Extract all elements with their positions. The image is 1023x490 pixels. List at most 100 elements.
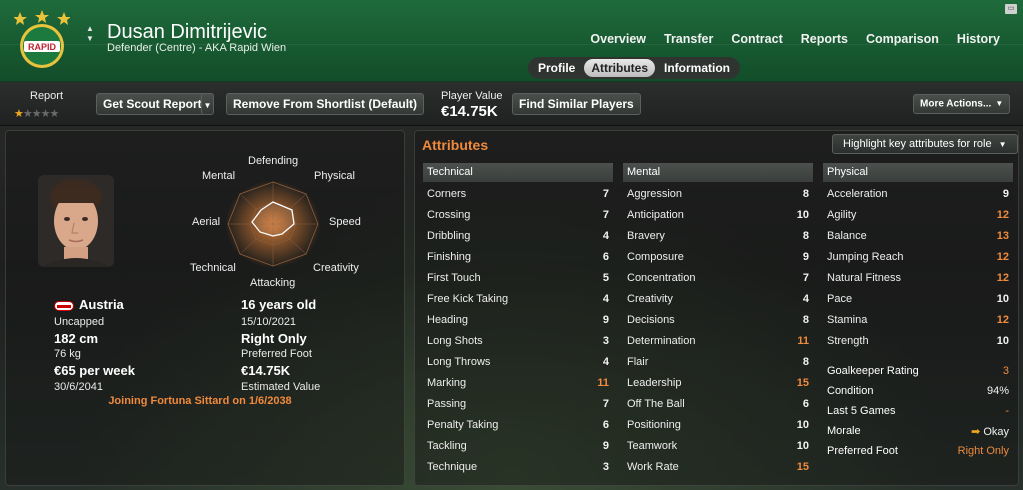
attribute-row[interactable]: Strength 10 (823, 330, 1013, 351)
status-row[interactable]: Condition 94% (823, 381, 1013, 401)
window-toggle-icon[interactable]: ▭ (1005, 4, 1017, 14)
attribute-row[interactable]: Heading 9 (423, 309, 613, 330)
remove-shortlist-label: Remove From Shortlist (Default) (233, 97, 418, 111)
attribute-name: Concentration (627, 271, 696, 284)
attribute-row[interactable]: Corners 7 (423, 183, 613, 204)
estimated-value-label: Estimated Value (241, 381, 321, 393)
attribute-row[interactable]: Off The Ball 6 (623, 393, 813, 414)
attribute-row[interactable]: Passing 7 (423, 393, 613, 414)
attribute-row[interactable]: Dribbling 4 (423, 225, 613, 246)
attribute-name: Composure (627, 250, 684, 263)
attribute-value: 15 (796, 460, 809, 473)
age: 16 years old (241, 297, 317, 312)
attribute-row[interactable]: Teamwork 10 (623, 435, 813, 456)
attribute-row[interactable]: Leadership 15 (623, 372, 813, 393)
report-label: Report (30, 90, 64, 102)
attribute-row[interactable]: Decisions 8 (623, 309, 813, 330)
attribute-row[interactable]: Agility 12 (823, 204, 1013, 225)
nav-contract[interactable]: Contract (722, 32, 791, 46)
nationality: Austria (54, 297, 124, 312)
attribute-row[interactable]: Bravery 8 (623, 225, 813, 246)
tab-attributes[interactable]: Attributes (584, 59, 656, 77)
nav-reports[interactable]: Reports (792, 32, 857, 46)
attribute-row[interactable]: Technique 3 (423, 456, 613, 477)
attribute-name: Corners (427, 187, 467, 200)
more-actions-label: More Actions... (920, 98, 992, 110)
attribute-row[interactable]: First Touch 5 (423, 267, 613, 288)
attribute-row[interactable]: Work Rate 15 (623, 456, 813, 477)
attribute-row[interactable]: Creativity 4 (623, 288, 813, 309)
star-icon: ★ (22, 108, 33, 120)
date-of-birth: 15/10/2021 (241, 316, 297, 328)
attribute-row[interactable]: Jumping Reach 12 (823, 246, 1013, 267)
find-similar-button[interactable]: Find Similar Players (512, 93, 641, 115)
player-face-image (38, 175, 114, 267)
get-scout-report-button[interactable]: Get Scout Report (96, 93, 209, 115)
attribute-value: 9 (802, 250, 809, 263)
attribute-name: Work Rate (627, 460, 679, 473)
attribute-name: Long Throws (427, 355, 491, 368)
club-crest-icon: RAPID (14, 10, 70, 68)
radar-label-attacking: Attacking (250, 277, 296, 289)
player-switch-arrows[interactable]: ▲ ▼ (86, 24, 96, 44)
attribute-row[interactable]: Determination 11 (623, 330, 813, 351)
status-row[interactable]: Preferred Foot Right Only (823, 441, 1013, 461)
attribute-name: Creativity (627, 292, 673, 305)
nav-overview[interactable]: Overview (581, 32, 655, 46)
star-icon: ★ (31, 108, 42, 120)
tab-profile[interactable]: Profile (531, 59, 582, 77)
physical-rows: Acceleration 9 Agility 12 Balance 13 Jumping R… (823, 183, 1013, 351)
more-actions-button[interactable]: More Actions... ▼ (913, 94, 1011, 114)
status-row[interactable]: Morale ➡ Okay (823, 421, 1013, 441)
highlight-attributes-button[interactable]: Highlight key attributes for role ▼ (832, 134, 1018, 154)
scout-report-dropdown[interactable]: ▼ (201, 93, 214, 115)
attribute-value: 13 (996, 229, 1009, 242)
morale-wrap: ➡ Okay (971, 425, 1009, 438)
attribute-row[interactable]: Composure 9 (623, 246, 813, 267)
nav-comparison[interactable]: Comparison (857, 32, 948, 46)
attribute-row[interactable]: Positioning 10 (623, 414, 813, 435)
status-row[interactable]: Goalkeeper Rating 3 (823, 361, 1013, 381)
chevron-up-icon[interactable]: ▲ (86, 24, 96, 34)
tab-information[interactable]: Information (657, 59, 737, 77)
attribute-name: Free Kick Taking (427, 292, 509, 305)
attribute-row[interactable]: Natural Fitness 12 (823, 267, 1013, 288)
chevron-down-icon[interactable]: ▼ (86, 34, 96, 44)
star-icon: ★ (40, 108, 51, 120)
attribute-row[interactable]: Crossing 7 (423, 204, 613, 225)
caps: Uncapped (54, 316, 105, 328)
player-position-club: Defender (Centre) - AKA Rapid Wien (107, 42, 287, 54)
attribute-row[interactable]: Anticipation 10 (623, 204, 813, 225)
attribute-row[interactable]: Acceleration 9 (823, 183, 1013, 204)
attribute-row[interactable]: Concentration 7 (623, 267, 813, 288)
attribute-row[interactable]: Flair 8 (623, 351, 813, 372)
nav-transfer[interactable]: Transfer (655, 32, 722, 46)
attribute-name: Decisions (627, 313, 675, 326)
remove-shortlist-button[interactable]: Remove From Shortlist (Default) (226, 93, 425, 115)
attribute-row[interactable]: Pace 10 (823, 288, 1013, 309)
attribute-row[interactable]: Long Throws 4 (423, 351, 613, 372)
nav-history[interactable]: History (948, 32, 1009, 46)
attribute-value: 12 (996, 208, 1009, 221)
attribute-value: 9 (602, 439, 609, 452)
attribute-name: Positioning (627, 418, 681, 431)
attribute-value: 8 (802, 313, 809, 326)
status-row[interactable]: Last 5 Games - (823, 401, 1013, 421)
find-similar-label: Find Similar Players (519, 97, 634, 111)
attribute-row[interactable]: Finishing 6 (423, 246, 613, 267)
attribute-name: Pace (827, 292, 853, 305)
wage: €65 per week (54, 363, 135, 378)
attribute-name: Tackling (427, 439, 467, 452)
attribute-row[interactable]: Aggression 8 (623, 183, 813, 204)
technical-rows: Corners 7 Crossing 7 Dribbling 4 Finishing 6 Fir… (423, 183, 613, 477)
attribute-row[interactable]: Stamina 12 (823, 309, 1013, 330)
attribute-name: Off The Ball (627, 397, 685, 410)
attribute-row[interactable]: Long Shots 3 (423, 330, 613, 351)
attribute-name: Natural Fitness (827, 271, 901, 284)
attribute-row[interactable]: Marking 11 (423, 372, 613, 393)
attribute-row[interactable]: Free Kick Taking 4 (423, 288, 613, 309)
attribute-row[interactable]: Penalty Taking 6 (423, 414, 613, 435)
attribute-name: Long Shots (427, 334, 483, 347)
attribute-row[interactable]: Balance 13 (823, 225, 1013, 246)
attribute-row[interactable]: Tackling 9 (423, 435, 613, 456)
